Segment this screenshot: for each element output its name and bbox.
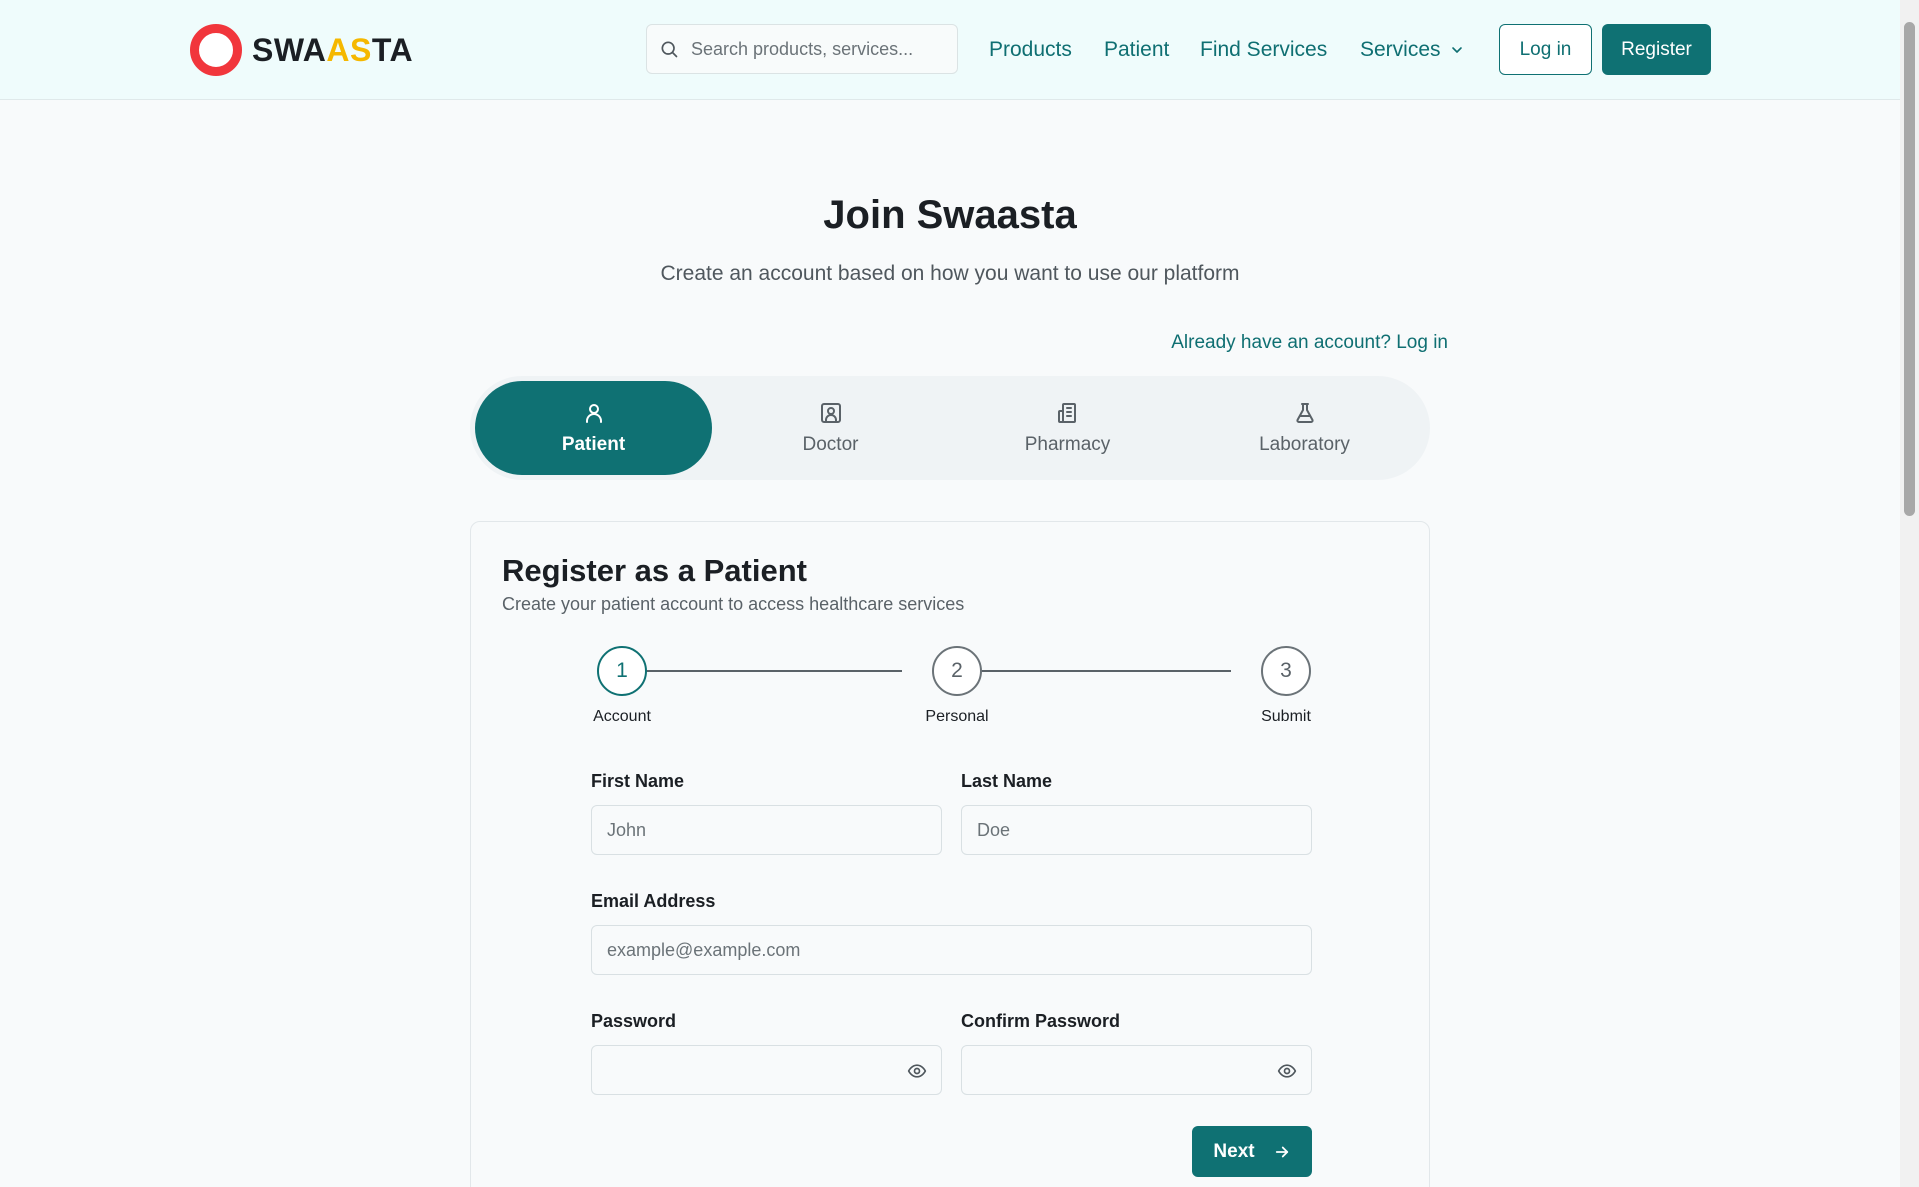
last-name-input[interactable] — [962, 806, 1311, 854]
nav-find-services-wrap: Find Services — [1200, 0, 1327, 100]
role-tab-patient[interactable]: Patient — [475, 381, 712, 475]
step-connector — [617, 670, 902, 672]
nav-services-dropdown[interactable]: Services — [1360, 38, 1465, 62]
search-icon — [661, 41, 678, 58]
confirm-password-input[interactable] — [962, 1046, 1311, 1094]
page-subtitle: Create an account based on how you want … — [660, 262, 1240, 285]
email-input[interactable] — [592, 926, 1311, 974]
scrollbar-thumb[interactable] — [1904, 22, 1915, 516]
last-name-label: Last Name — [961, 771, 1053, 791]
nav-patient[interactable]: Patient — [1104, 38, 1169, 62]
form-title: Register as a Patient — [502, 553, 807, 588]
step-1-label: Account — [593, 708, 651, 725]
step-3-label: Submit — [1261, 708, 1311, 725]
nav-patient-wrap: Patient — [1104, 0, 1169, 100]
search-bar[interactable] — [646, 24, 958, 74]
logo-text-part1: SWA — [252, 31, 327, 68]
page-scrollbar[interactable] — [1900, 0, 1919, 1187]
role-tab-label: Pharmacy — [1024, 433, 1111, 455]
email-field-wrap — [591, 925, 1312, 975]
logo-text-part3: TA — [371, 31, 414, 68]
logo-text: SWAASTA — [252, 32, 413, 69]
first-name-label: First Name — [591, 771, 685, 791]
role-selector: Patient Doctor Pharmacy Laboratory — [470, 376, 1430, 480]
login-button[interactable]: Log in — [1499, 24, 1592, 75]
first-name-field-wrap — [591, 805, 942, 855]
role-tab-laboratory[interactable]: Laboratory — [1186, 381, 1423, 475]
top-header: SWAASTA Products Patient Find Services S… — [0, 0, 1900, 100]
register-button[interactable]: Register — [1602, 24, 1711, 75]
role-tab-label: Doctor — [802, 433, 859, 455]
role-tab-label: Laboratory — [1259, 433, 1350, 455]
nav-products-wrap: Products — [989, 0, 1072, 100]
page-title: Join Swaasta — [823, 193, 1077, 237]
nav-products[interactable]: Products — [989, 38, 1072, 62]
show-confirm-password-eye-icon[interactable] — [1277, 1061, 1297, 1081]
step-2-label: Personal — [925, 708, 989, 725]
step-connector — [952, 670, 1231, 672]
swaasta-logo[interactable]: SWAASTA — [190, 24, 413, 76]
first-name-input[interactable] — [592, 806, 941, 854]
email-label: Email Address — [591, 891, 716, 911]
password-input[interactable] — [592, 1046, 941, 1094]
doctor-badge-icon — [820, 402, 841, 423]
logo-text-part2: AS — [326, 31, 372, 68]
step-1-indicator: 1 — [597, 646, 647, 696]
password-label: Password — [591, 1011, 677, 1031]
confirm-password-field-wrap — [961, 1045, 1312, 1095]
step-3-indicator: 3 — [1261, 646, 1311, 696]
next-button-label: Next — [1213, 1140, 1255, 1162]
last-name-field-wrap — [961, 805, 1312, 855]
role-tab-doctor[interactable]: Doctor — [712, 381, 949, 475]
registration-card: Register as a Patient Create your patien… — [470, 521, 1430, 1187]
form-subtitle: Create your patient account to access he… — [502, 594, 965, 614]
nav-services[interactable]: Services — [1360, 38, 1441, 62]
user-icon — [585, 403, 602, 423]
show-password-eye-icon[interactable] — [907, 1061, 927, 1081]
step-2-indicator: 2 — [932, 646, 982, 696]
next-button[interactable]: Next — [1192, 1126, 1312, 1177]
flask-icon — [1295, 402, 1314, 423]
arrow-right-icon — [1275, 1146, 1288, 1157]
progress-stepper: 1 Account 2 Personal 3 Submit — [471, 646, 1431, 736]
confirm-password-label: Confirm Password — [961, 1011, 1121, 1031]
chevron-down-icon — [1451, 47, 1462, 53]
password-field-wrap — [591, 1045, 942, 1095]
already-have-account-link[interactable]: Already have an account? Log in — [1171, 332, 1448, 354]
pharmacy-building-icon — [1057, 402, 1076, 423]
nav-services-wrap: Services — [1360, 0, 1465, 100]
role-tab-pharmacy[interactable]: Pharmacy — [949, 381, 1186, 475]
logo-ring-icon — [190, 24, 242, 76]
search-input[interactable] — [691, 38, 941, 60]
nav-find-services[interactable]: Find Services — [1200, 38, 1327, 62]
role-tab-label: Patient — [561, 433, 626, 455]
